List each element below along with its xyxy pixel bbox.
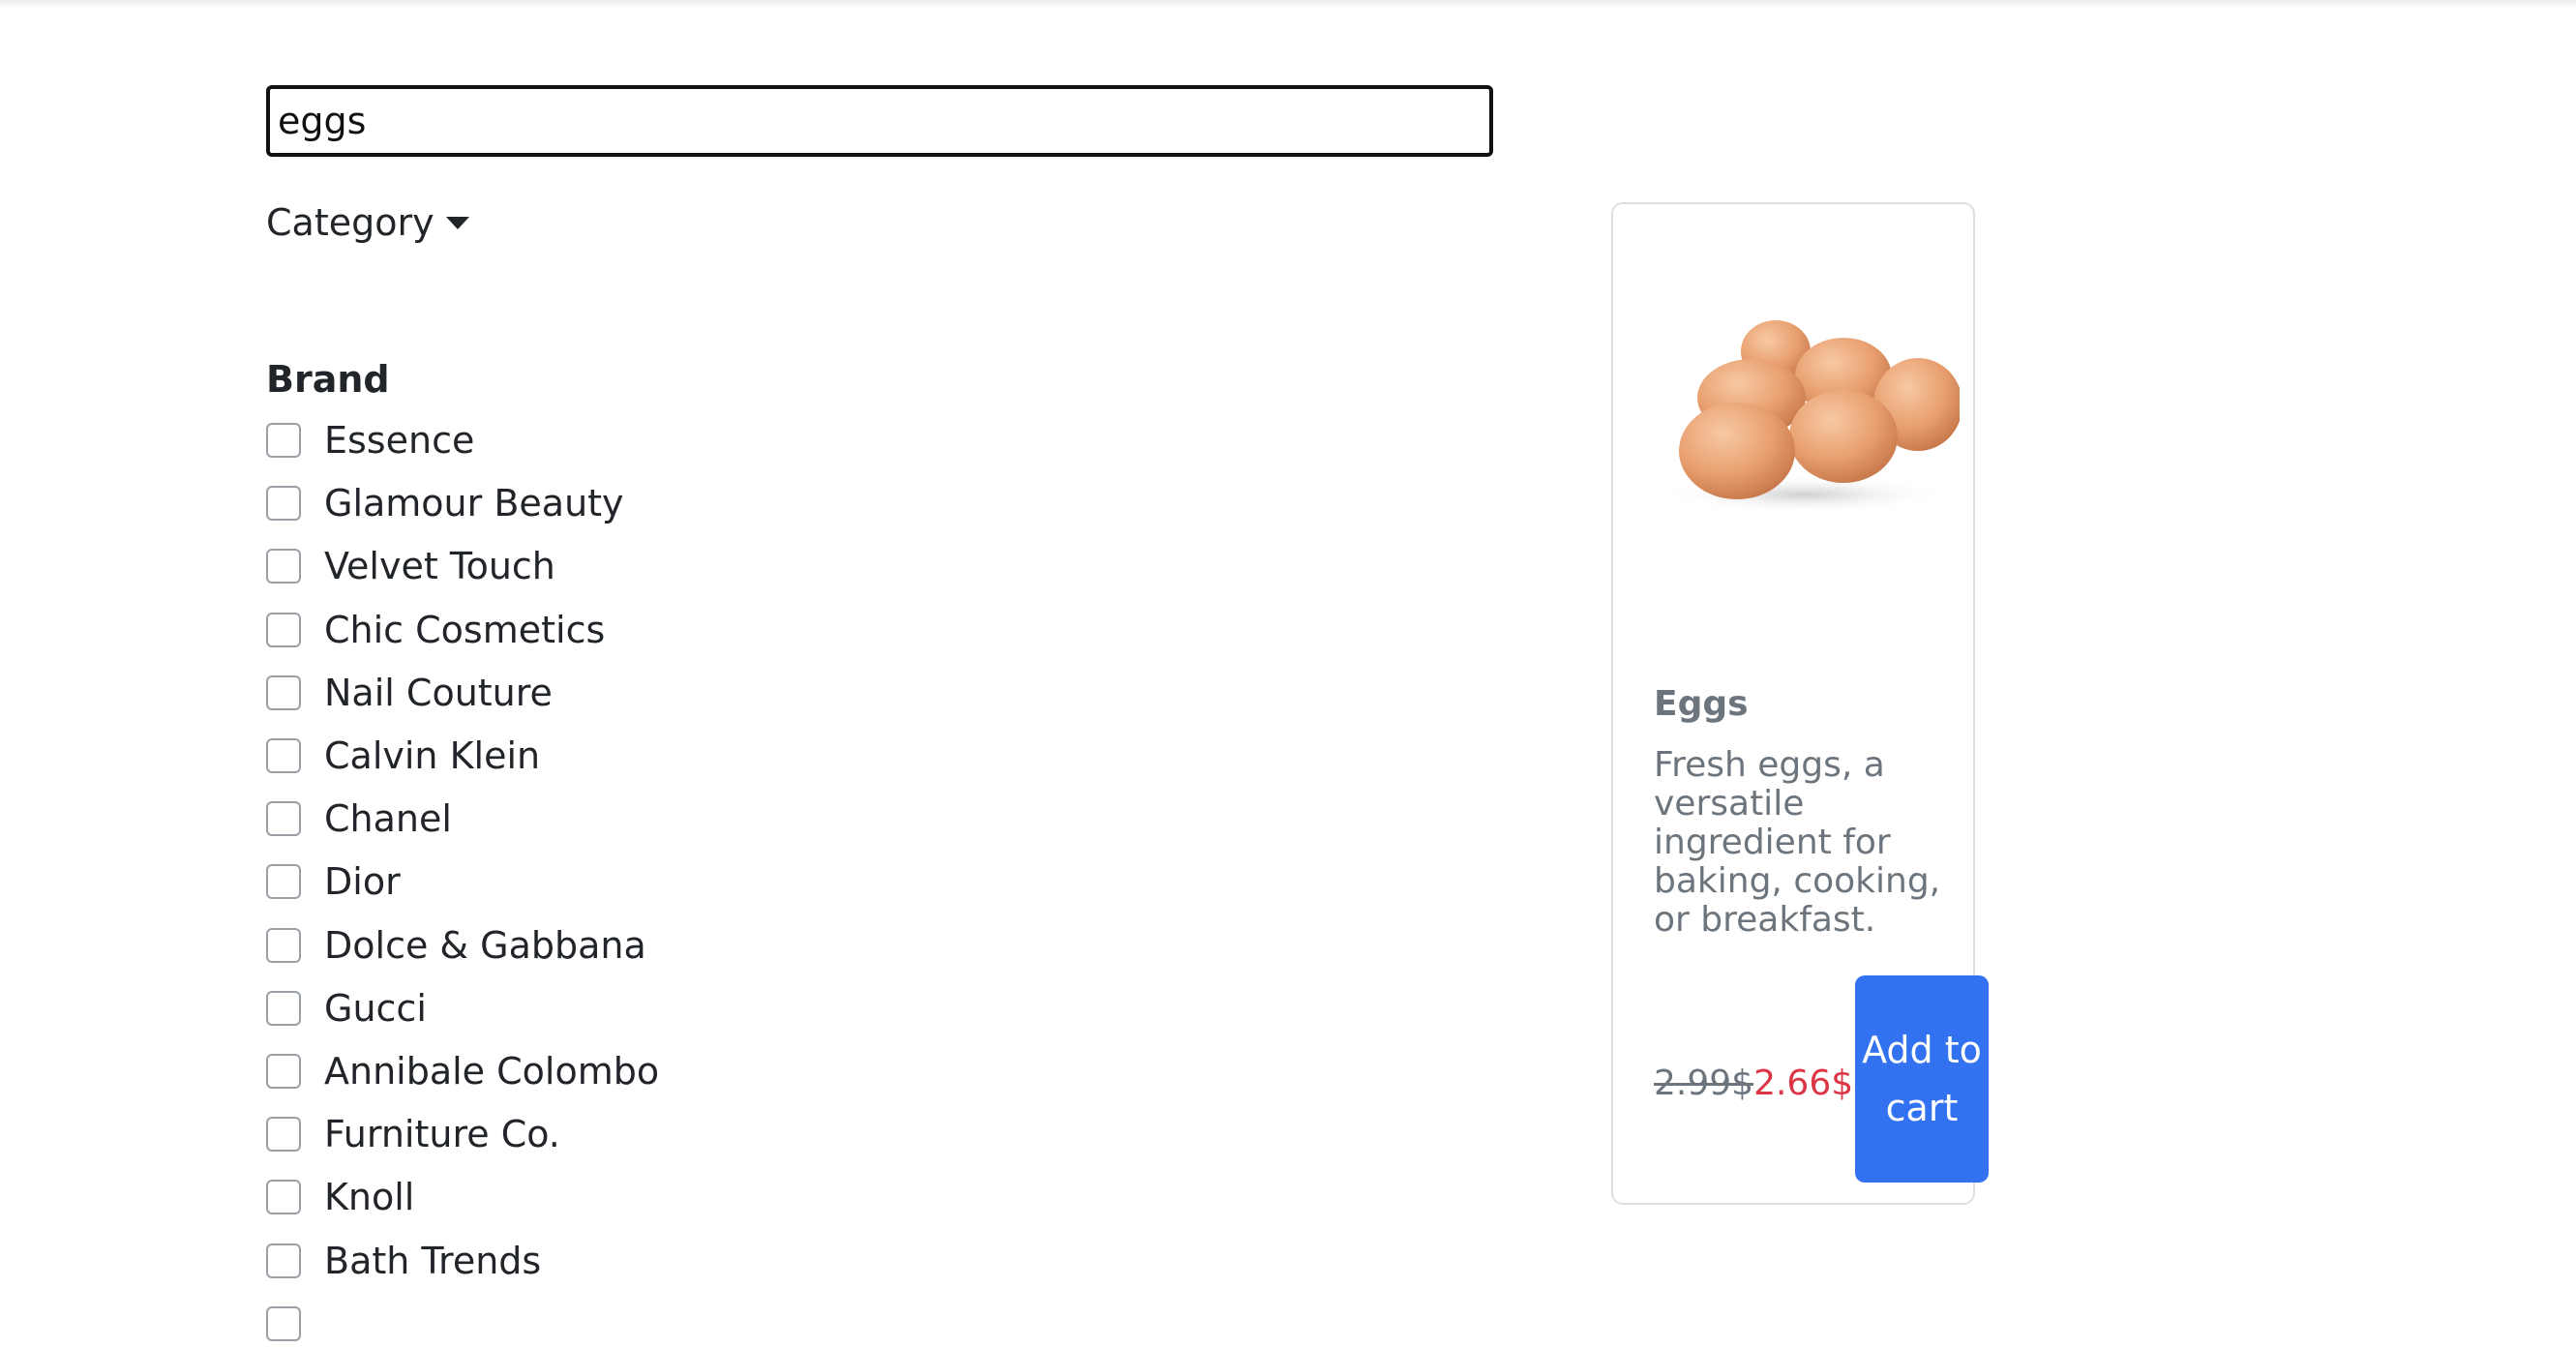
brand-label: Chic Cosmetics — [324, 608, 606, 651]
brand-filter-item[interactable]: Bath Trends — [266, 1237, 541, 1285]
brand-label: Dior — [324, 860, 401, 904]
brand-checkbox[interactable] — [266, 927, 301, 963]
brand-checkbox[interactable] — [266, 486, 301, 522]
brand-filter-item[interactable]: Chic Cosmetics — [266, 606, 605, 654]
brand-checkbox[interactable] — [266, 549, 301, 584]
brand-checkbox[interactable] — [266, 801, 301, 837]
brand-filter-item[interactable]: Gucci — [266, 984, 427, 1033]
brand-label: Chanel — [324, 797, 452, 841]
brand-checkbox[interactable] — [266, 1243, 301, 1278]
brand-filter-item[interactable]: Knoll — [266, 1173, 414, 1221]
old-price: 2.99$ — [1654, 1063, 1754, 1103]
brand-filter-item[interactable]: Calvin Klein — [266, 732, 540, 780]
brand-label: Glamour Beauty — [324, 482, 624, 525]
brand-checkbox[interactable] — [266, 1117, 301, 1153]
brand-filter-item[interactable]: Velvet Touch — [266, 542, 555, 590]
brand-label: Annibale Colombo — [324, 1050, 660, 1093]
brand-label: Nail Couture — [324, 671, 553, 714]
brand-filter-item[interactable]: Essence — [266, 416, 474, 464]
brand-filter-item[interactable]: Annibale Colombo — [266, 1047, 659, 1095]
caret-down-icon — [445, 216, 469, 229]
brand-checkbox[interactable] — [266, 864, 301, 900]
brand-checkbox[interactable] — [266, 1054, 301, 1089]
brand-checkbox[interactable] — [266, 423, 301, 458]
eggs-image — [1660, 320, 1960, 514]
category-label: Category — [266, 201, 434, 244]
brand-filter-item[interactable]: Furniture Co. — [266, 1110, 560, 1158]
brand-label: Bath Trends — [324, 1239, 542, 1282]
product-price: 2.99$2.66$9 — [1654, 1063, 1857, 1103]
brand-checkbox[interactable] — [266, 990, 301, 1026]
brand-filter-item[interactable]: Dior — [266, 857, 401, 906]
sale-price: 2.66$ — [1753, 1063, 1854, 1103]
product-description: Fresh eggs, a versatile ingredient for b… — [1654, 745, 1941, 940]
header-shadow — [0, 0, 2576, 8]
brand-label: Dolce & Gabbana — [324, 923, 646, 967]
category-dropdown[interactable]: Category — [266, 201, 469, 244]
brand-heading: Brand — [266, 358, 390, 401]
brand-checkbox[interactable] — [266, 1180, 301, 1215]
brand-filter-item[interactable]: Glamour Beauty — [266, 479, 624, 527]
product-title: Eggs — [1654, 684, 1749, 724]
brand-label: Knoll — [324, 1176, 415, 1219]
add-to-cart-button[interactable]: Add to cart — [1855, 975, 1989, 1183]
brand-filter-item[interactable]: Nail Couture — [266, 669, 553, 717]
brand-checkbox[interactable] — [266, 738, 301, 773]
brand-label: Calvin Klein — [324, 734, 541, 777]
brand-filter-item[interactable]: Chanel — [266, 794, 452, 843]
brand-label: Essence — [324, 419, 475, 462]
brand-label: Gucci — [324, 986, 427, 1030]
brand-filter-item[interactable]: Dolce & Gabbana — [266, 921, 646, 970]
brand-checkbox[interactable] — [266, 612, 301, 647]
brand-checkbox[interactable] — [266, 674, 301, 710]
search-input[interactable] — [266, 85, 1493, 157]
brand-label: Velvet Touch — [324, 545, 555, 588]
brand-label: Furniture Co. — [324, 1113, 560, 1156]
